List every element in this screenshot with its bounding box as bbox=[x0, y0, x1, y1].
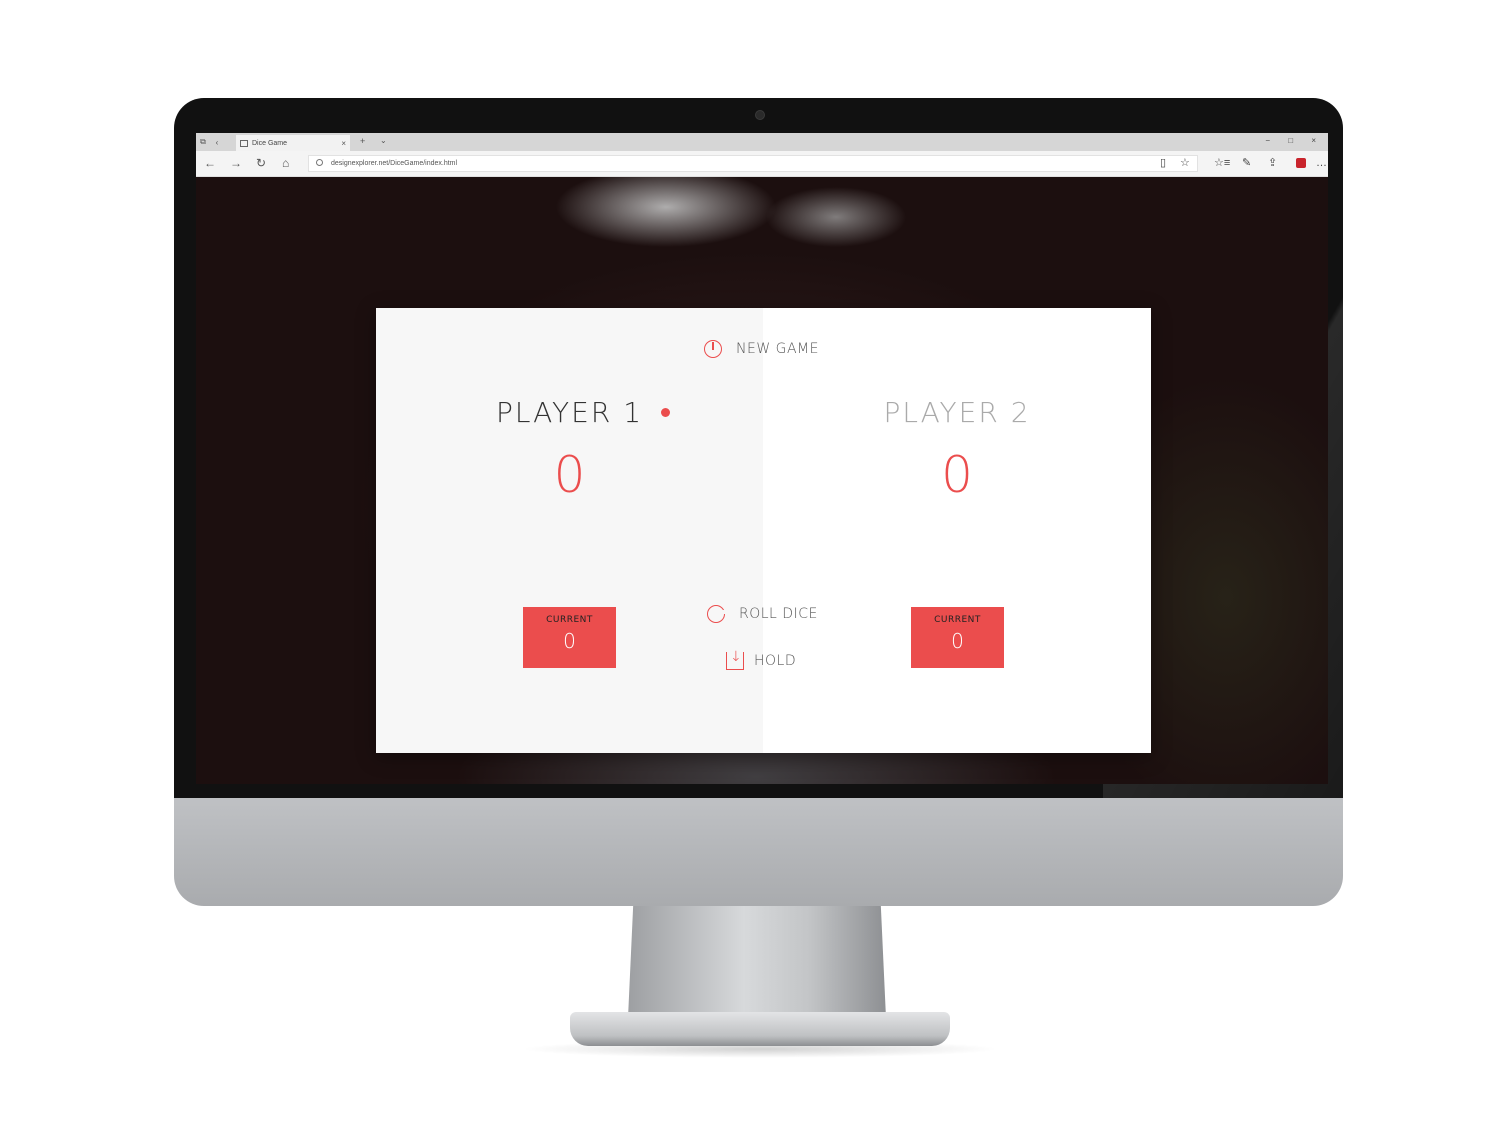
share-icon[interactable]: ⇪ bbox=[1268, 156, 1277, 170]
window-controls[interactable]: − □ × bbox=[1265, 136, 1324, 145]
player-2-current-score: 0 bbox=[951, 629, 964, 653]
download-tray-icon bbox=[726, 648, 744, 670]
player-1-current-score: 0 bbox=[563, 629, 576, 653]
player-1-panel: PLAYER 1 0 CURRENT 0 bbox=[376, 308, 763, 753]
hold-label: HOLD bbox=[754, 653, 797, 669]
player-2-panel: PLAYER 2 0 CURRENT 0 bbox=[763, 308, 1151, 753]
new-game-button[interactable]: NEW GAME bbox=[704, 340, 819, 358]
more-icon[interactable]: … bbox=[1316, 156, 1327, 170]
refresh-loop-icon bbox=[707, 605, 726, 623]
pen-icon[interactable]: ✎ bbox=[1242, 156, 1251, 170]
forward-arrow-icon[interactable]: → bbox=[230, 156, 242, 170]
reading-view-icon[interactable]: ▯ bbox=[1160, 156, 1166, 170]
tab-aside-icon[interactable]: ‹ bbox=[210, 138, 224, 147]
screen: ⧉ ‹ Dice Game × + ⌄ − □ × ← → ↻ ⌂ design… bbox=[196, 133, 1328, 784]
player-2-score: 0 bbox=[941, 446, 973, 504]
webcam bbox=[755, 110, 765, 120]
player-2-name: PLAYER 2 bbox=[883, 396, 1031, 429]
back-arrow-icon[interactable]: ← bbox=[204, 156, 216, 170]
current-label: CURRENT bbox=[546, 615, 593, 625]
player-1-current-box: CURRENT 0 bbox=[523, 607, 616, 668]
monitor-stand bbox=[628, 906, 886, 1018]
extension-shield-icon[interactable] bbox=[1296, 158, 1306, 168]
monitor-chin bbox=[174, 798, 1343, 906]
refresh-icon[interactable]: ↻ bbox=[256, 156, 266, 170]
cave-background: PLAYER 1 0 CURRENT 0 PLAYER 2 0 CURRENT … bbox=[196, 177, 1328, 784]
url-text: designexplorer.net/DiceGame/index.html bbox=[331, 160, 458, 167]
active-player-indicator bbox=[661, 408, 670, 417]
hold-button[interactable]: HOLD bbox=[726, 648, 797, 670]
tab-preview-icon[interactable]: ⧉ bbox=[196, 137, 210, 147]
info-icon[interactable] bbox=[316, 159, 323, 166]
player-1-name: PLAYER 1 bbox=[495, 396, 644, 429]
favorites-hub-icon[interactable]: ☆≡ bbox=[1214, 156, 1230, 170]
player-2-current-box: CURRENT 0 bbox=[911, 607, 1004, 668]
current-label: CURRENT bbox=[934, 615, 981, 625]
roll-dice-label: ROLL DICE bbox=[739, 606, 818, 622]
tab-close-icon[interactable]: × bbox=[341, 139, 346, 148]
browser-tab-strip: ⧉ ‹ Dice Game × + ⌄ − □ × bbox=[196, 133, 1328, 151]
browser-tab[interactable]: Dice Game × bbox=[236, 135, 350, 151]
new-tab-button[interactable]: + bbox=[360, 136, 365, 146]
browser-toolbar: ← → ↻ ⌂ designexplorer.net/DiceGame/inde… bbox=[196, 151, 1328, 177]
power-icon bbox=[704, 340, 722, 358]
home-icon[interactable]: ⌂ bbox=[282, 156, 289, 170]
tab-title: Dice Game bbox=[252, 139, 288, 147]
player-1-score: 0 bbox=[553, 446, 586, 504]
chevron-down-icon[interactable]: ⌄ bbox=[380, 136, 387, 145]
game-panel: PLAYER 1 0 CURRENT 0 PLAYER 2 0 CURRENT … bbox=[376, 308, 1151, 753]
address-bar[interactable]: designexplorer.net/DiceGame/index.html bbox=[308, 155, 1198, 172]
monitor-base bbox=[570, 1012, 950, 1046]
new-game-label: NEW GAME bbox=[736, 341, 819, 357]
roll-dice-button[interactable]: ROLL DICE bbox=[707, 605, 818, 623]
page-icon bbox=[240, 139, 248, 147]
favorite-star-icon[interactable]: ☆ bbox=[1180, 156, 1190, 170]
